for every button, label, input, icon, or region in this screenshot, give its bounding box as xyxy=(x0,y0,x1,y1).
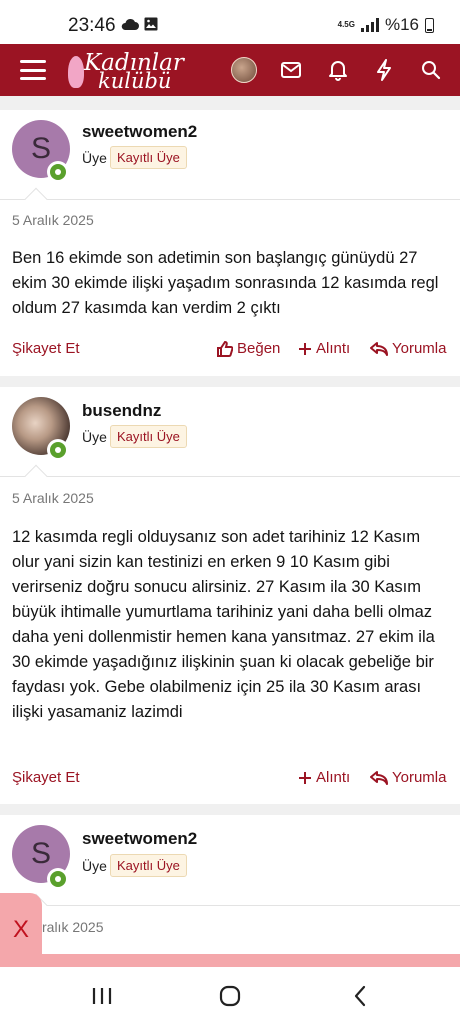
recent-apps-icon[interactable] xyxy=(82,981,122,1011)
divider-arrow xyxy=(24,187,48,211)
bolt-icon[interactable] xyxy=(370,56,398,84)
logo-mark xyxy=(68,56,84,88)
reply-icon xyxy=(370,770,388,785)
plus-icon xyxy=(299,342,311,355)
system-nav-bar xyxy=(0,967,460,1024)
post-username[interactable]: busendnz xyxy=(82,401,161,421)
mail-icon[interactable] xyxy=(277,56,305,84)
divider xyxy=(0,476,460,477)
reply-label: Yorumla xyxy=(392,340,447,357)
reply-button[interactable]: Yorumla xyxy=(370,769,446,786)
post-date[interactable]: ralık 2025 xyxy=(42,919,103,935)
user-role: Üye xyxy=(82,150,107,166)
like-label: Beğen xyxy=(237,340,281,357)
quote-label: Alıntı xyxy=(316,769,351,786)
post-body: 12 kasımda regli olduysanız son adet tar… xyxy=(12,528,435,721)
app-header: Kadınlar kulübü xyxy=(0,44,460,96)
user-role: Üye xyxy=(82,858,107,874)
post-actions: Şikayet Et Beğen Alıntı Yorumla xyxy=(12,340,448,360)
battery-percent: %16 xyxy=(384,15,419,34)
status-right: 4.5G %16 xyxy=(338,15,434,35)
user-role: Üye xyxy=(82,429,107,445)
divider-arrow xyxy=(24,464,48,488)
quote-button[interactable]: Alıntı xyxy=(298,769,350,786)
quote-label: Alıntı xyxy=(316,340,351,357)
avatar-letter: S xyxy=(30,132,51,165)
divider xyxy=(0,905,460,906)
reply-icon xyxy=(370,341,388,356)
report-link[interactable]: Şikayet Et xyxy=(12,769,80,786)
post-username[interactable]: sweetwomen2 xyxy=(82,829,197,849)
search-icon[interactable] xyxy=(417,56,445,84)
plus-icon xyxy=(299,771,311,784)
battery-icon xyxy=(425,17,434,33)
bell-icon[interactable] xyxy=(324,56,352,84)
logo-text-line2: kulübü xyxy=(98,69,172,93)
reply-label: Yorumla xyxy=(392,769,447,786)
user-badge: Kayıtlı Üye xyxy=(110,425,187,448)
thumbs-up-icon xyxy=(217,340,233,357)
online-status-icon xyxy=(47,161,69,183)
close-ad-button[interactable]: X xyxy=(0,893,42,967)
user-avatar[interactable] xyxy=(231,57,257,83)
post-date[interactable]: 5 Aralık 2025 xyxy=(12,490,94,506)
clock: 23:46 xyxy=(68,15,116,36)
quote-button[interactable]: Alıntı xyxy=(298,340,350,357)
report-link[interactable]: Şikayet Et xyxy=(12,340,80,357)
home-icon[interactable] xyxy=(210,981,250,1011)
signal-icon xyxy=(360,18,379,32)
user-badge: Kayıtlı Üye xyxy=(110,146,187,169)
post-date[interactable]: 5 Aralık 2025 xyxy=(12,212,94,228)
network-indicator: 4.5G xyxy=(337,20,355,29)
like-button[interactable]: Beğen xyxy=(217,340,280,357)
post-username[interactable]: sweetwomen2 xyxy=(82,122,197,142)
reply-button[interactable]: Yorumla xyxy=(370,340,446,357)
post-actions: Şikayet Et Alıntı Yorumla xyxy=(12,769,448,789)
cloud-icon xyxy=(120,17,140,35)
ad-banner-strip xyxy=(0,954,460,967)
avatar-letter: S xyxy=(30,837,51,870)
menu-icon[interactable] xyxy=(20,60,46,80)
divider xyxy=(0,199,460,200)
forum-post: busendnz Üye Kayıtlı Üye 5 Aralık 2025 1… xyxy=(0,387,460,804)
status-bar: 23:46 4.5G %16 xyxy=(0,0,460,44)
post-body: Ben 16 ekimde son adetimin son başlangıç… xyxy=(12,249,439,317)
online-status-icon xyxy=(47,868,69,890)
online-status-icon xyxy=(47,439,69,461)
forum-post: S sweetwomen2 Üye Kayıtlı Üye 5 Aralık 2… xyxy=(0,110,460,376)
back-icon[interactable] xyxy=(340,981,380,1011)
site-logo[interactable]: Kadınlar kulübü xyxy=(68,50,188,93)
forum-post: S sweetwomen2 Üye Kayıtlı Üye ralık 2025 xyxy=(0,815,460,967)
user-badge: Kayıtlı Üye xyxy=(110,854,187,877)
image-icon xyxy=(144,17,158,35)
